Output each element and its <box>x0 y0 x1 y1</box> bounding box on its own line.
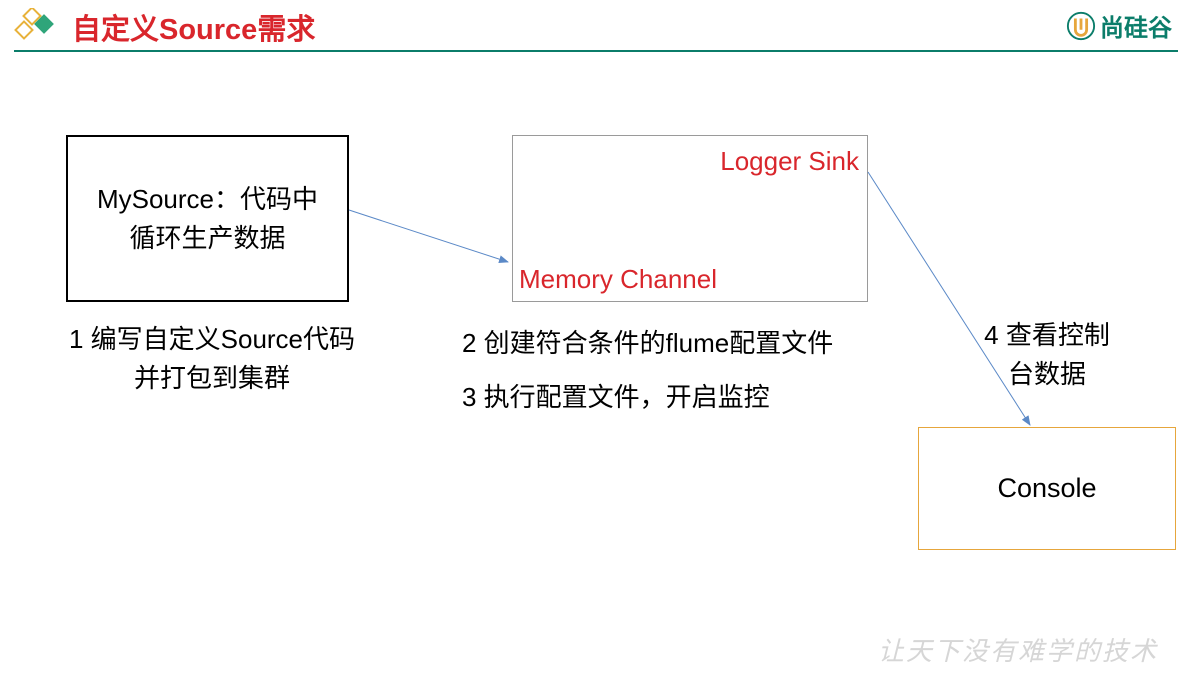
source-line2: 循环生产数据 <box>129 219 285 258</box>
step-2: 2 创建符合条件的flume配置文件 <box>462 324 833 363</box>
slide: 自定义Source需求 尚硅谷 MySource：代码中 循环生产数据 Logg… <box>0 0 1192 674</box>
source-box: MySource：代码中 循环生产数据 <box>66 135 349 302</box>
step-3: 3 执行配置文件，开启监控 <box>462 378 770 417</box>
brand-logo-icon <box>1066 11 1096 41</box>
footer-tagline: 让天下没有难学的技术 <box>878 631 1158 668</box>
step-4: 4 查看控制 台数据 <box>920 316 1174 394</box>
brand: 尚硅谷 <box>1066 8 1172 43</box>
step4-line2: 台数据 <box>920 355 1174 394</box>
page-title: 自定义Source需求 <box>72 6 315 48</box>
channel-box: Logger Sink Memory Channel <box>512 135 868 302</box>
console-box: Console <box>918 427 1176 550</box>
logger-sink-label: Logger Sink <box>720 146 859 177</box>
memory-channel-label: Memory Channel <box>519 264 717 295</box>
header-underline <box>14 50 1178 52</box>
brand-text: 尚硅谷 <box>1100 8 1172 43</box>
header: 自定义Source需求 尚硅谷 <box>0 0 1192 50</box>
step4-line1: 4 查看控制 <box>920 316 1174 355</box>
step-1: 1 编写自定义Source代码 并打包到集群 <box>52 320 372 398</box>
diamond-icon <box>14 8 54 42</box>
console-label: Console <box>997 473 1096 504</box>
step1-line2: 并打包到集群 <box>52 359 372 398</box>
step1-line1: 1 编写自定义Source代码 <box>52 320 372 359</box>
source-line1: MySource：代码中 <box>97 180 318 219</box>
